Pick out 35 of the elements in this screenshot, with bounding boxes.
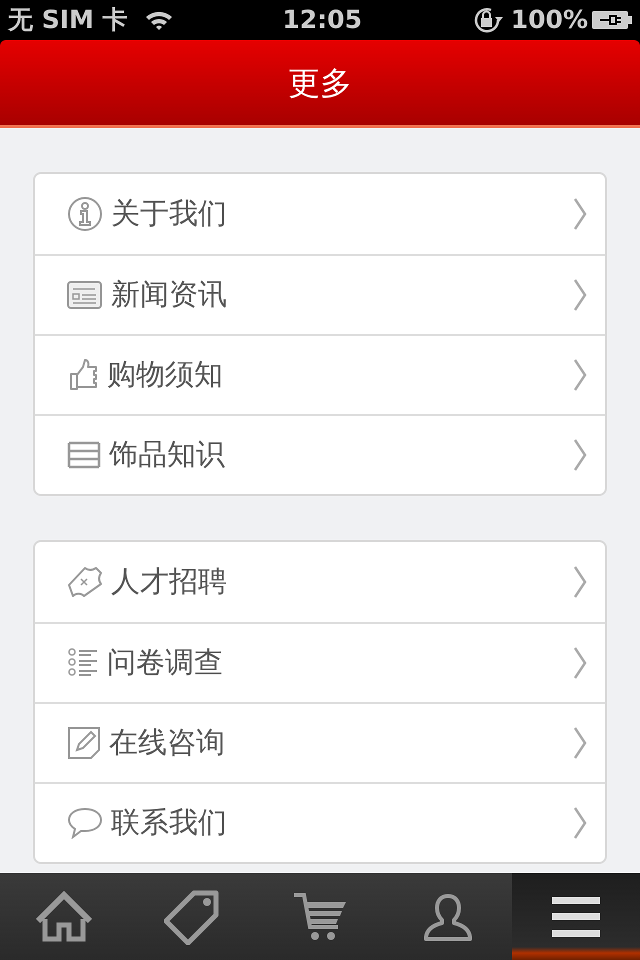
menu-item[interactable]: 关于我们 xyxy=(35,174,605,254)
stack-icon xyxy=(67,440,101,470)
battery-text: 100% xyxy=(510,4,588,36)
info-icon xyxy=(67,196,103,232)
home-icon xyxy=(34,890,94,942)
chevron-icon xyxy=(573,565,587,599)
tag-icon xyxy=(164,888,220,944)
chevron-icon xyxy=(573,726,587,760)
chevron-icon xyxy=(573,646,587,680)
chevron-icon xyxy=(573,438,587,472)
cart-icon xyxy=(292,892,348,942)
user-icon xyxy=(424,892,472,940)
ticket-icon xyxy=(67,565,103,599)
speech-bubble-icon xyxy=(67,807,103,839)
menu-item[interactable]: 联系我们 xyxy=(35,782,605,862)
menu-item[interactable]: 新闻资讯 xyxy=(35,254,605,334)
menu-item[interactable]: 购物须知 xyxy=(35,334,605,414)
carrier-text: 无 SIM 卡 xyxy=(8,4,128,36)
chevron-icon xyxy=(573,197,587,231)
newspaper-icon xyxy=(67,280,103,310)
menu-tab[interactable] xyxy=(512,873,640,960)
chevron-icon xyxy=(573,278,587,312)
menu-icon xyxy=(552,896,600,936)
menu-item[interactable]: 在线咨询 xyxy=(35,702,605,782)
menu-item[interactable]: 饰品知识 xyxy=(35,414,605,494)
thumbs-up-icon xyxy=(67,358,99,392)
pencil-note-icon xyxy=(67,726,101,760)
chevron-icon xyxy=(573,806,587,840)
checklist-icon xyxy=(67,647,99,679)
chevron-icon xyxy=(573,358,587,392)
time-text: 12:05 xyxy=(282,4,362,36)
menu-item[interactable]: 人才招聘 xyxy=(35,542,605,622)
page-title: 更多 xyxy=(288,62,352,104)
menu-item[interactable]: 问卷调查 xyxy=(35,622,605,702)
battery-icon xyxy=(592,9,632,31)
